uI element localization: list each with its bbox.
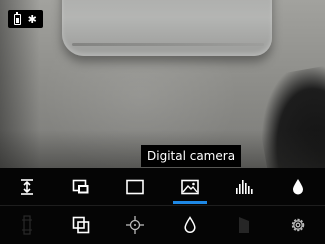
bottom-toolbar [0, 168, 325, 244]
droplet-icon [292, 178, 303, 194]
histogram-button[interactable] [217, 168, 271, 205]
digital-camera-button[interactable] [163, 168, 217, 205]
full-screen-thermal-icon [126, 179, 145, 194]
bluetooth-icon: ✱ [27, 12, 37, 26]
settings-gear-icon [291, 218, 305, 232]
overlay-button[interactable] [54, 206, 108, 244]
gradient-disabled-icon [238, 217, 249, 233]
level-span-icon [21, 178, 34, 195]
status-bar: ✱ [8, 10, 43, 28]
overlay-icon [72, 216, 90, 234]
battery-icon [14, 11, 22, 25]
droplet-button[interactable] [271, 168, 325, 205]
image-mode-row [0, 168, 325, 206]
spot-meter-icon [126, 216, 145, 234]
dew-point-icon [184, 216, 196, 233]
histogram-icon [235, 179, 253, 194]
digital-camera-icon [180, 179, 199, 194]
dew-point-button[interactable] [163, 206, 217, 244]
picture-in-picture-button[interactable] [54, 168, 108, 205]
spot-meter-button[interactable] [108, 206, 162, 244]
level-span-button[interactable] [0, 168, 54, 205]
level-bar-button[interactable] [0, 206, 54, 244]
laptop-scene-object [62, 0, 272, 56]
mode-tooltip: Digital camera [141, 145, 242, 167]
settings-button[interactable] [271, 206, 325, 244]
full-screen-thermal-button[interactable] [108, 168, 162, 205]
gradient-button[interactable] [217, 206, 271, 244]
picture-in-picture-icon [72, 179, 89, 193]
camera-viewport [0, 0, 325, 168]
level-bar-disabled-icon [22, 215, 33, 235]
tool-row [0, 206, 325, 244]
